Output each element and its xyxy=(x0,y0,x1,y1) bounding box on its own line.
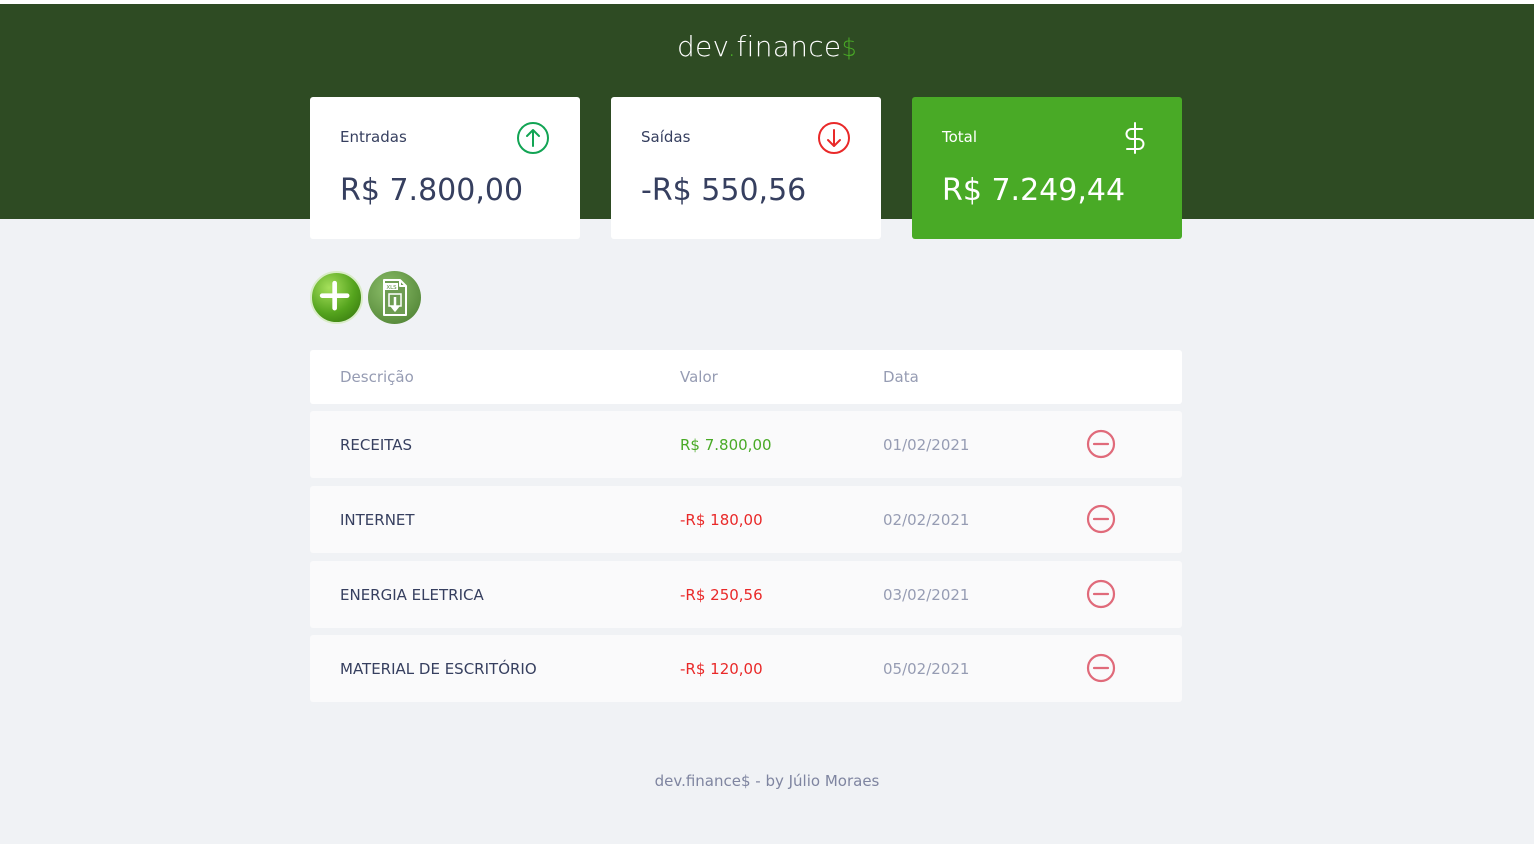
footer-text: dev.finance$ - by Júlio Moraes xyxy=(654,772,880,790)
row-date: 01/02/2021 xyxy=(883,436,970,454)
expense-card: Saídas -R$ 550,56 xyxy=(611,97,881,239)
header-description: Descrição xyxy=(340,368,414,386)
expense-label: Saídas xyxy=(641,128,691,146)
row-description: RECEITAS xyxy=(340,436,413,454)
table-row: MATERIAL DE ESCRITÓRIO -R$ 120,00 05/02/… xyxy=(310,635,1182,702)
income-card: Entradas R$ 7.800,00 xyxy=(310,97,580,239)
logo-name: dev xyxy=(676,30,728,63)
add-transaction-button[interactable] xyxy=(310,271,363,324)
row-description: INTERNET xyxy=(340,511,415,529)
row-value: -R$ 250,56 xyxy=(680,586,763,604)
transactions-table-header: Descrição Valor Data xyxy=(310,350,1182,404)
xls-badge: XLS xyxy=(386,285,397,291)
logo-suffix: finance xyxy=(736,30,842,63)
row-value: -R$ 180,00 xyxy=(680,511,763,529)
row-description: ENERGIA ELETRICA xyxy=(340,586,484,604)
row-date: 05/02/2021 xyxy=(883,660,970,678)
table-row: RECEITAS R$ 7.800,00 01/02/2021 xyxy=(310,411,1182,478)
arrow-up-circle-icon xyxy=(517,122,549,154)
plus-icon xyxy=(319,280,350,311)
table-row: INTERNET -R$ 180,00 02/02/2021 xyxy=(310,486,1182,553)
remove-transaction-icon[interactable] xyxy=(1085,503,1117,535)
header-date: Data xyxy=(883,368,919,386)
header-value: Valor xyxy=(680,368,718,386)
row-date: 02/02/2021 xyxy=(883,511,970,529)
page-footer: dev.finance$ - by Júlio Moraes xyxy=(0,772,1534,790)
total-card: Total R$ 7.249,44 xyxy=(912,97,1182,239)
expense-value: -R$ 550,56 xyxy=(641,173,807,208)
dollar-icon xyxy=(1125,122,1145,154)
table-row: ENERGIA ELETRICA -R$ 250,56 03/02/2021 xyxy=(310,561,1182,628)
income-label: Entradas xyxy=(340,128,407,146)
total-value: R$ 7.249,44 xyxy=(942,173,1126,208)
remove-transaction-icon[interactable] xyxy=(1085,652,1117,684)
xls-download-icon: XLS xyxy=(383,279,407,316)
row-value: -R$ 120,00 xyxy=(680,660,763,678)
export-xls-button[interactable]: XLS xyxy=(368,271,421,324)
remove-transaction-icon[interactable] xyxy=(1085,578,1117,610)
logo: dev.finance$ xyxy=(0,30,1534,63)
row-value: R$ 7.800,00 xyxy=(680,436,772,454)
remove-transaction-icon[interactable] xyxy=(1085,428,1117,460)
income-value: R$ 7.800,00 xyxy=(340,173,524,208)
total-label: Total xyxy=(942,128,978,146)
arrow-down-circle-icon xyxy=(818,122,850,154)
logo-symbol: $ xyxy=(841,34,858,62)
row-description: MATERIAL DE ESCRITÓRIO xyxy=(340,660,537,678)
row-date: 03/02/2021 xyxy=(883,586,970,604)
